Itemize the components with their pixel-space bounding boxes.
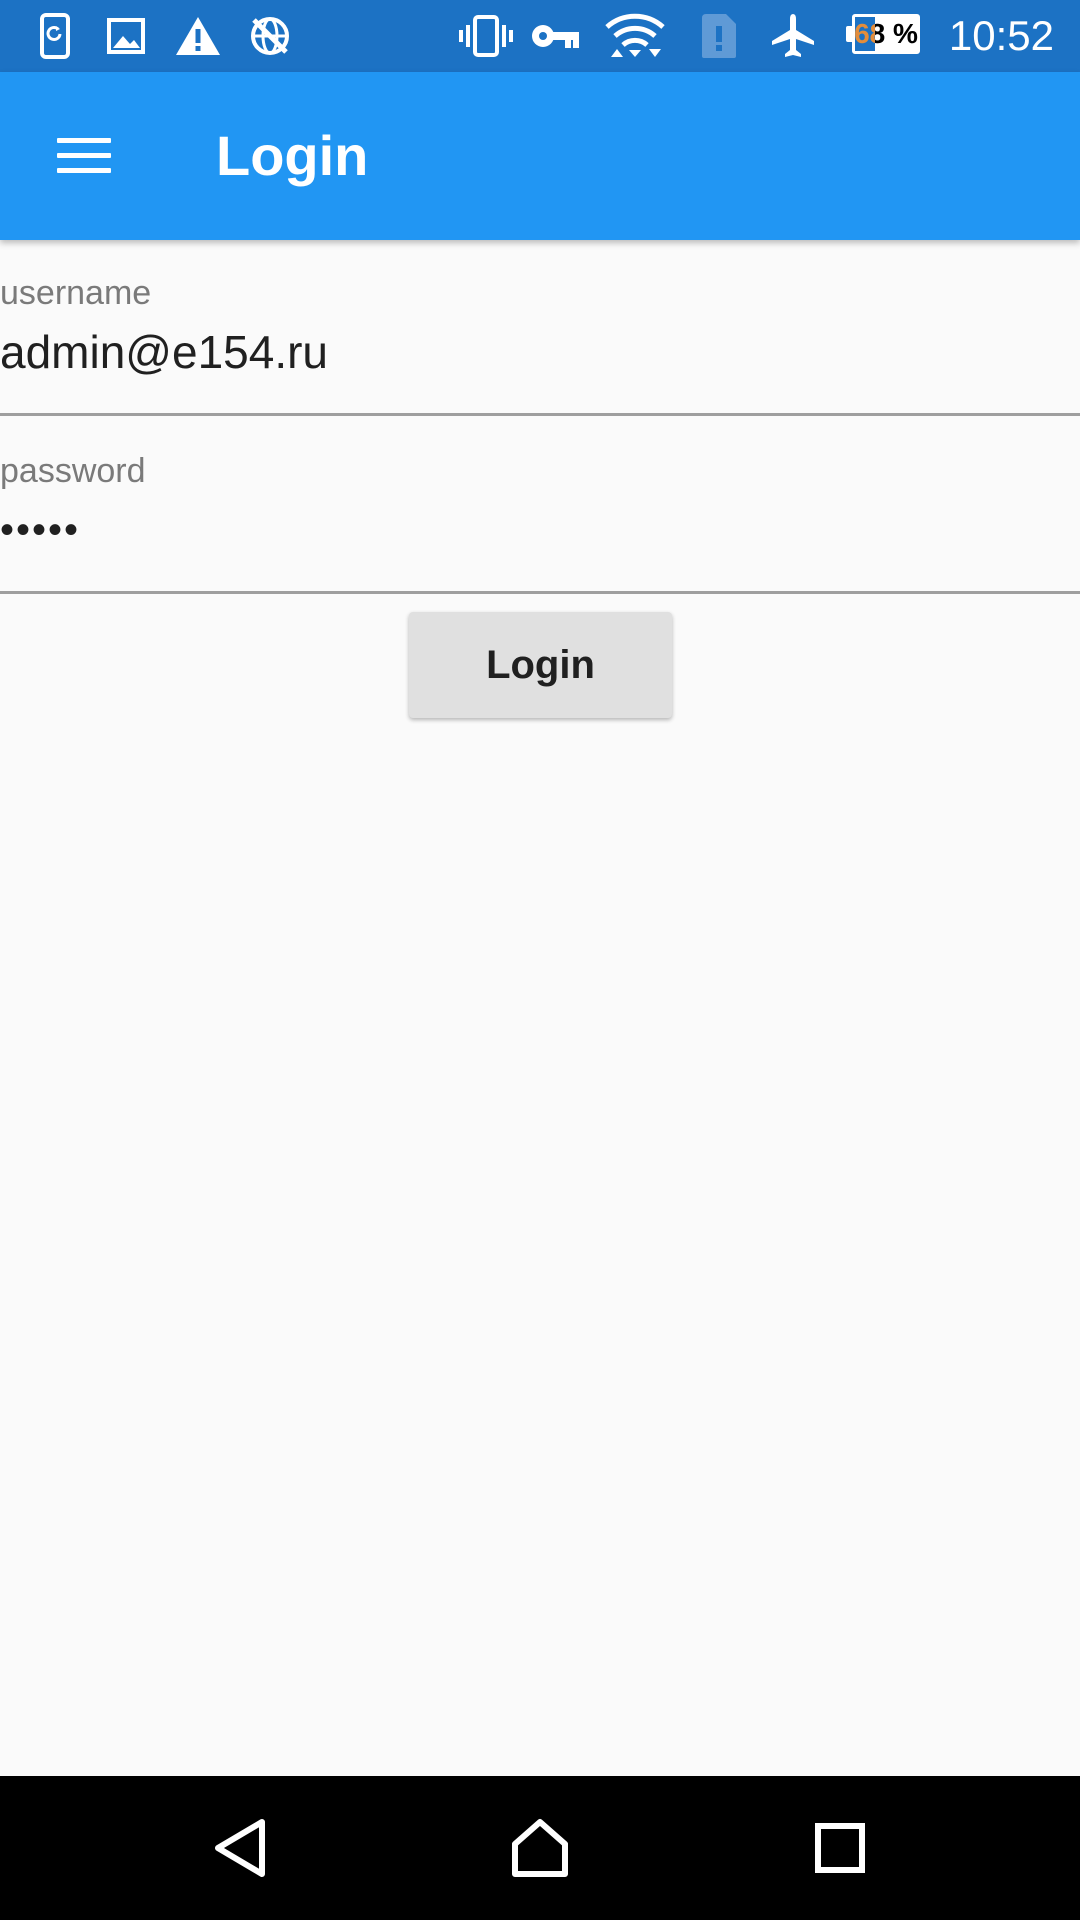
app-bar: Login [0, 72, 1080, 240]
hamburger-menu-icon [57, 138, 111, 174]
vibrate-icon [458, 0, 514, 72]
sim-alert-icon [698, 0, 740, 72]
username-underline [0, 413, 1080, 416]
password-underline [0, 591, 1080, 594]
globe-off-icon [248, 0, 292, 72]
username-label: username [0, 274, 152, 312]
phone-sync-icon [38, 0, 72, 72]
password-field: password [0, 418, 1080, 594]
navigation-bar [0, 1776, 1080, 1920]
airplane-icon [768, 0, 818, 72]
username-input[interactable] [0, 322, 1080, 382]
status-bar: 68 % 10:52 [0, 0, 1080, 72]
vpn-key-icon [530, 0, 582, 72]
status-time: 10:52 [948, 12, 1054, 59]
image-icon [106, 0, 146, 72]
back-icon [215, 1819, 265, 1877]
login-button[interactable]: Login [409, 612, 672, 718]
warning-icon [174, 0, 222, 72]
back-button[interactable] [180, 1798, 300, 1898]
recents-icon [815, 1823, 865, 1873]
recents-button[interactable] [780, 1798, 900, 1898]
page-title: Login [216, 124, 369, 187]
wifi-icon [604, 0, 666, 72]
password-label: password [0, 452, 146, 490]
password-input[interactable] [0, 500, 1080, 560]
battery-indicator: 68 % [846, 14, 926, 56]
menu-button[interactable] [34, 108, 134, 204]
username-field: username [0, 240, 1080, 416]
battery-percent: 68 % [854, 18, 918, 49]
home-icon [512, 1819, 568, 1877]
home-button[interactable] [480, 1798, 600, 1898]
